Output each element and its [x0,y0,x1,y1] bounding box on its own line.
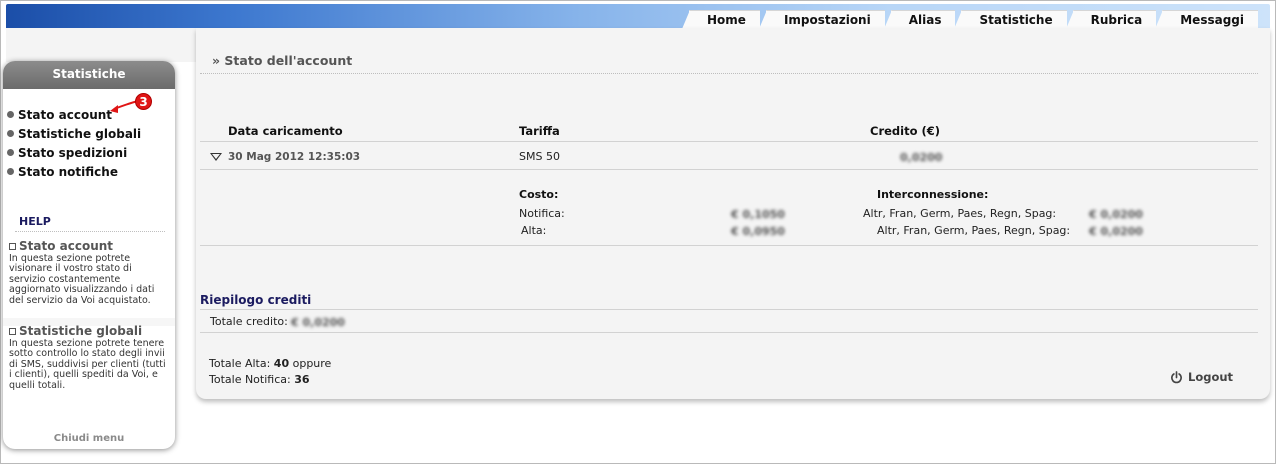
totale-alta-value: 40 [273,357,290,370]
summary-bottom-divider [200,332,1258,333]
header-data-caricamento: Data caricamento [228,124,343,138]
sidebar-item-label: Stato account [18,107,113,122]
row-date: 30 Mag 2012 12:35:03 [228,151,361,163]
logout-label: Logout [1188,370,1234,384]
header-tariffa: Tariffa [519,124,560,138]
sidebar-item-label: Stato spedizioni [18,145,128,160]
sidebar-list: Stato account Statistiche globali Stato … [3,105,175,181]
sidebar-item-statistiche-globali[interactable]: Statistiche globali [3,124,175,143]
header-credito: Credito (€) [870,124,940,138]
costo-notifica-value: € 0,1050 [731,208,785,221]
summary-divider [200,309,1258,310]
square-bullet-icon [9,242,16,250]
bullet-icon [7,168,14,175]
totale-alta-suffix: oppure [292,357,332,370]
sidebar-title: Statistiche [3,61,175,89]
help-block-stato-account: Stato account In questa sezione potrete … [9,239,171,306]
totale-credito-value: € 0,0200 [291,316,345,329]
tab-statistiche[interactable]: Statistiche [954,10,1067,29]
sidebar-item-label: Stato notifiche [18,164,118,179]
sidebar-item-stato-spedizioni[interactable]: Stato spedizioni [3,143,175,162]
totale-notifica-label: Totale Notifica: [209,373,291,386]
sidebar-item-label: Statistiche globali [18,126,142,141]
row-tariff: SMS 50 [519,150,560,163]
logout-button[interactable]: Logout [1170,370,1233,384]
page-title: » Stato dell'account [212,53,353,68]
power-icon [1171,370,1182,383]
interconnessione-line1-value: € 0,0200 [1089,208,1143,221]
help-item-title: Stato account [9,239,171,253]
tab-messaggi[interactable]: Messaggi [1155,10,1258,29]
help-item-text: In questa sezione potrete tenere sotto c… [9,338,166,391]
help-item-text: In questa sezione potrete visionare il v… [9,253,155,306]
account-row-toggle[interactable]: 30 Mag 2012 12:35:03 [210,151,360,163]
totale-credito-label: Totale credito: [210,315,288,328]
bullet-icon [7,111,14,118]
sidebar-menu: Statistiche Stato account Statistiche gl… [3,61,175,449]
interconnessione-line2-label: Altr, Fran, Germ, Paes, Regn, Spag: [877,224,1071,237]
bullet-icon [7,149,14,156]
costo-title: Costo: [519,188,559,201]
tab-rubrica[interactable]: Rubrica [1065,10,1157,29]
table-header-divider [200,141,1258,142]
expand-triangle-icon [210,153,222,161]
totale-alta-label: Totale Alta: [209,357,271,370]
close-menu-link[interactable]: Chiudi menu [3,433,175,444]
interconnessione-line1-label: Altr, Fran, Germ, Paes, Regn, Spag: [863,207,1057,220]
help-title: HELP [19,215,51,228]
totale-notifica-line: Totale Notifica: 36 [209,373,310,386]
help-block-statistiche-globali: Statistiche globali In questa sezione po… [9,324,171,391]
help-item-title: Statistiche globali [9,324,171,338]
help-divider [15,231,165,232]
totale-alta-line: Totale Alta: 40 oppure [209,357,331,370]
square-bullet-icon [9,327,16,335]
tab-home[interactable]: Home [682,10,760,29]
bullet-icon [7,130,14,137]
details-divider [200,245,1258,246]
tab-alias[interactable]: Alias [883,10,956,29]
sidebar-item-stato-account[interactable]: Stato account [3,105,175,124]
top-nav-tabs: Home Impostazioni Alias Statistiche Rubr… [682,10,1258,29]
tab-impostazioni[interactable]: Impostazioni [758,10,885,29]
annotation-badge: 3 [135,93,152,110]
costo-alta-value: € 0,0950 [731,225,785,238]
title-divider [200,73,1258,74]
interconnessione-line2-value: € 0,0200 [1089,225,1143,238]
sidebar-item-stato-notifiche[interactable]: Stato notifiche [3,162,175,181]
interconnessione-title: Interconnessione: [877,188,989,201]
row-credit-value: 0,0200 [900,151,943,164]
totale-notifica-value: 36 [294,373,310,386]
costo-alta-label: Alta: [521,224,547,237]
costo-notifica-label: Notifica: [519,207,565,220]
riepilogo-crediti-title: Riepilogo crediti [200,293,312,307]
row-divider [200,169,1258,170]
content-background-strip [6,28,196,62]
